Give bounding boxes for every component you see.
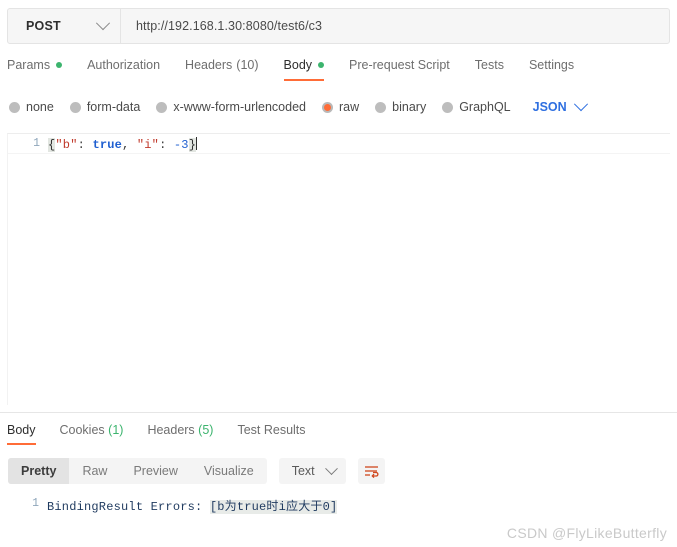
radio-selected-icon — [322, 101, 333, 113]
response-body-prefix: BindingResult Errors: — [47, 500, 210, 514]
chevron-down-icon — [324, 461, 338, 475]
chevron-down-icon — [95, 16, 111, 31]
response-tab-test-results-label: Test Results — [237, 423, 306, 437]
word-wrap-icon — [364, 465, 379, 478]
tab-headers[interactable]: Headers (10) — [185, 58, 258, 81]
json-value-number: -3 — [173, 138, 189, 152]
tab-tests-label: Tests — [474, 58, 504, 72]
green-dot-icon — [56, 62, 63, 68]
body-type-graphql[interactable]: GraphQL — [442, 100, 511, 114]
response-tab-bar: Body Cookies (1) Headers (5) Test Result… — [7, 423, 330, 449]
response-line: 1 BindingResult Errors: [b为true时i应大于0] — [7, 494, 670, 514]
response-view-segmented-control: Pretty Raw Preview Visualize — [8, 458, 267, 484]
tab-authorization[interactable]: Authorization — [87, 58, 160, 81]
tab-headers-count: (10) — [236, 58, 259, 72]
body-type-form-data[interactable]: form-data — [69, 100, 141, 114]
body-type-urlencoded-label: x-www-form-urlencoded — [173, 100, 306, 114]
body-type-form-data-label: form-data — [86, 100, 141, 114]
response-view-toolbar: Pretty Raw Preview Visualize Text — [8, 458, 385, 484]
radio-icon — [69, 101, 81, 113]
request-url-bar: POST http://192.168.1.30:8080/test6/c3 — [7, 8, 670, 44]
response-view-pretty[interactable]: Pretty — [8, 458, 70, 484]
radio-icon — [375, 101, 387, 113]
radio-icon — [442, 101, 454, 113]
request-tab-bar: Params Authorization Headers (10) Body P… — [7, 58, 599, 86]
json-comma: , — [122, 138, 137, 152]
request-body-editor[interactable]: 1 {"b": true, "i": -3} — [7, 133, 670, 405]
response-tab-cookies[interactable]: Cookies (1) — [60, 423, 124, 445]
body-type-raw-label: raw — [339, 100, 360, 114]
json-key-i: "i" — [136, 138, 160, 152]
pane-splitter[interactable] — [0, 412, 677, 413]
response-view-preview-label: Preview — [133, 464, 178, 478]
editor-line: 1 {"b": true, "i": -3} — [8, 134, 670, 153]
response-tab-headers[interactable]: Headers (5) — [147, 423, 213, 445]
body-type-binary-label: binary — [392, 100, 427, 114]
body-type-none-label: none — [26, 100, 54, 114]
body-type-urlencoded[interactable]: x-www-form-urlencoded — [156, 100, 306, 114]
response-body-errors: [b为true时i应大于0] — [209, 500, 338, 514]
tab-params-label: Params — [7, 58, 51, 72]
response-body-content: BindingResult Errors: [b为true时i应大于0] — [47, 497, 338, 514]
body-type-graphql-label: GraphQL — [459, 100, 511, 114]
body-type-binary[interactable]: binary — [375, 100, 426, 114]
json-close-brace: } — [188, 138, 197, 152]
editor-code-content[interactable]: {"b": true, "i": -3} — [48, 137, 198, 152]
response-view-raw-label: Raw — [82, 464, 108, 478]
body-type-raw[interactable]: raw — [322, 100, 359, 114]
body-type-none[interactable]: none — [9, 100, 54, 114]
response-view-pretty-label: Pretty — [21, 464, 57, 478]
response-tab-body[interactable]: Body — [7, 423, 36, 445]
json-colon-2: : — [159, 138, 174, 152]
tab-tests[interactable]: Tests — [475, 58, 504, 81]
tab-headers-label: Headers — [185, 58, 233, 72]
json-key-b: "b" — [55, 138, 78, 152]
http-method-label: POST — [26, 19, 61, 33]
response-tab-headers-label: Headers — [147, 423, 195, 437]
body-type-selector: none form-data x-www-form-urlencoded raw… — [9, 97, 588, 117]
tab-authorization-label: Authorization — [87, 58, 161, 72]
radio-icon — [9, 101, 20, 113]
json-colon-1: : — [77, 138, 93, 152]
response-line-number: 1 — [32, 497, 39, 510]
response-view-raw[interactable]: Raw — [69, 458, 120, 484]
tab-pre-request-script-label: Pre-request Script — [349, 58, 450, 72]
text-caret — [196, 137, 198, 150]
word-wrap-button[interactable] — [357, 458, 385, 484]
body-format-label: JSON — [532, 100, 567, 114]
response-tab-body-label: Body — [7, 423, 36, 437]
response-tab-headers-count: (5) — [198, 423, 214, 437]
response-content-type-label: Text — [291, 464, 315, 478]
active-tab-underline — [7, 443, 36, 445]
watermark: CSDN @FlyLikeButterfly — [506, 525, 667, 541]
tab-settings[interactable]: Settings — [529, 58, 574, 81]
request-url-input[interactable]: http://192.168.1.30:8080/test6/c3 — [121, 9, 669, 43]
http-method-dropdown[interactable]: POST — [8, 9, 121, 43]
tab-body-label: Body — [283, 58, 313, 72]
tab-params[interactable]: Params — [7, 58, 63, 81]
response-view-preview[interactable]: Preview — [120, 458, 190, 484]
response-view-visualize[interactable]: Visualize — [191, 458, 267, 484]
line-number: 1 — [33, 137, 40, 150]
json-value-true: true — [92, 138, 123, 152]
green-dot-icon — [318, 62, 325, 68]
radio-icon — [156, 101, 168, 113]
active-tab-underline — [283, 79, 325, 81]
response-tab-test-results[interactable]: Test Results — [237, 423, 305, 445]
tab-pre-request-script[interactable]: Pre-request Script — [349, 58, 450, 81]
response-view-visualize-label: Visualize — [203, 464, 254, 478]
response-tab-cookies-label: Cookies — [59, 423, 105, 437]
tab-settings-label: Settings — [528, 58, 575, 72]
body-format-dropdown[interactable]: JSON — [532, 97, 588, 114]
response-content-type-dropdown[interactable]: Text — [278, 458, 346, 484]
response-tab-cookies-count: (1) — [108, 423, 124, 437]
chevron-down-icon — [573, 97, 588, 112]
tab-body[interactable]: Body — [283, 58, 325, 81]
editor-line-divider — [8, 153, 670, 154]
